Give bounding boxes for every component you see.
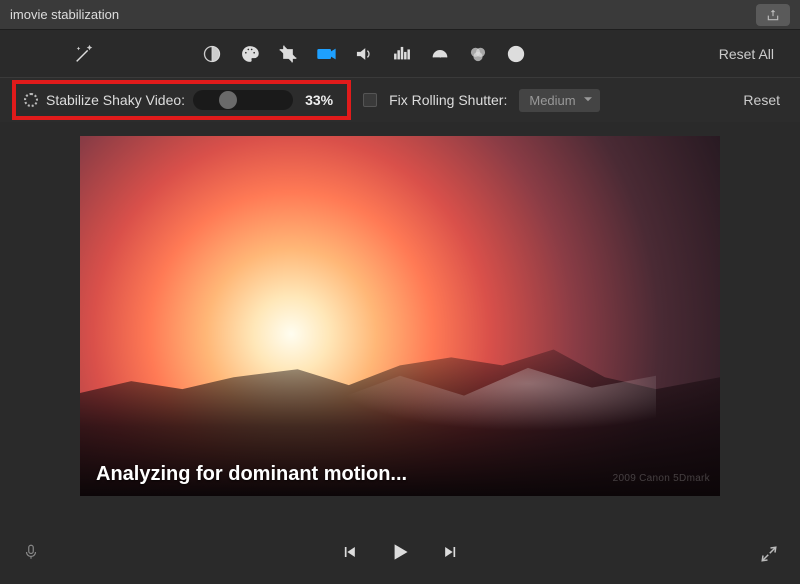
palette-icon[interactable] bbox=[236, 40, 264, 68]
voiceover-mic-button[interactable] bbox=[22, 541, 40, 568]
clip-metadata: 2009 Canon 5Dmark bbox=[613, 473, 710, 484]
info-icon[interactable] bbox=[502, 40, 530, 68]
reset-button[interactable]: Reset bbox=[743, 92, 780, 108]
next-frame-button[interactable] bbox=[441, 542, 461, 567]
transport-bar bbox=[0, 524, 800, 584]
inspector-toolbar: Reset All bbox=[0, 30, 800, 78]
analysis-status: Analyzing for dominant motion... bbox=[96, 463, 407, 486]
filters-icon[interactable] bbox=[464, 40, 492, 68]
stabilization-tab-icon[interactable] bbox=[312, 40, 340, 68]
stabilization-controls: Stabilize Shaky Video: 33% Fix Rolling S… bbox=[0, 78, 800, 122]
rolling-shutter-checkbox[interactable] bbox=[363, 93, 377, 107]
skip-forward-icon bbox=[441, 542, 461, 562]
processing-spinner-icon bbox=[24, 93, 38, 107]
play-icon bbox=[387, 539, 413, 565]
stabilize-highlight-box: Stabilize Shaky Video: 33% bbox=[12, 80, 351, 120]
stabilize-label: Stabilize Shaky Video: bbox=[46, 92, 185, 108]
rolling-shutter-value: Medium bbox=[529, 93, 575, 108]
contrast-icon[interactable] bbox=[198, 40, 226, 68]
expand-icon bbox=[760, 545, 778, 563]
share-button[interactable] bbox=[756, 4, 790, 26]
rolling-shutter-select[interactable]: Medium bbox=[519, 89, 599, 112]
volume-icon[interactable] bbox=[350, 40, 378, 68]
crop-icon[interactable] bbox=[274, 40, 302, 68]
mic-icon bbox=[22, 541, 40, 563]
play-button[interactable] bbox=[387, 539, 413, 570]
skip-back-icon bbox=[339, 542, 359, 562]
equalizer-icon[interactable] bbox=[388, 40, 416, 68]
stabilize-slider[interactable] bbox=[193, 90, 293, 110]
stabilize-percent: 33% bbox=[305, 92, 333, 108]
window-title: imovie stabilization bbox=[10, 7, 119, 22]
rolling-shutter-label: Fix Rolling Shutter: bbox=[389, 92, 507, 108]
slider-handle[interactable] bbox=[219, 91, 237, 109]
speedometer-icon[interactable] bbox=[426, 40, 454, 68]
magic-wand-icon[interactable] bbox=[70, 40, 98, 68]
fullscreen-button[interactable] bbox=[760, 545, 778, 568]
share-icon bbox=[766, 8, 780, 22]
prev-frame-button[interactable] bbox=[339, 542, 359, 567]
reset-all-button[interactable]: Reset All bbox=[713, 46, 780, 62]
video-preview[interactable]: Analyzing for dominant motion... 2009 Ca… bbox=[80, 136, 720, 496]
titlebar: imovie stabilization bbox=[0, 0, 800, 30]
